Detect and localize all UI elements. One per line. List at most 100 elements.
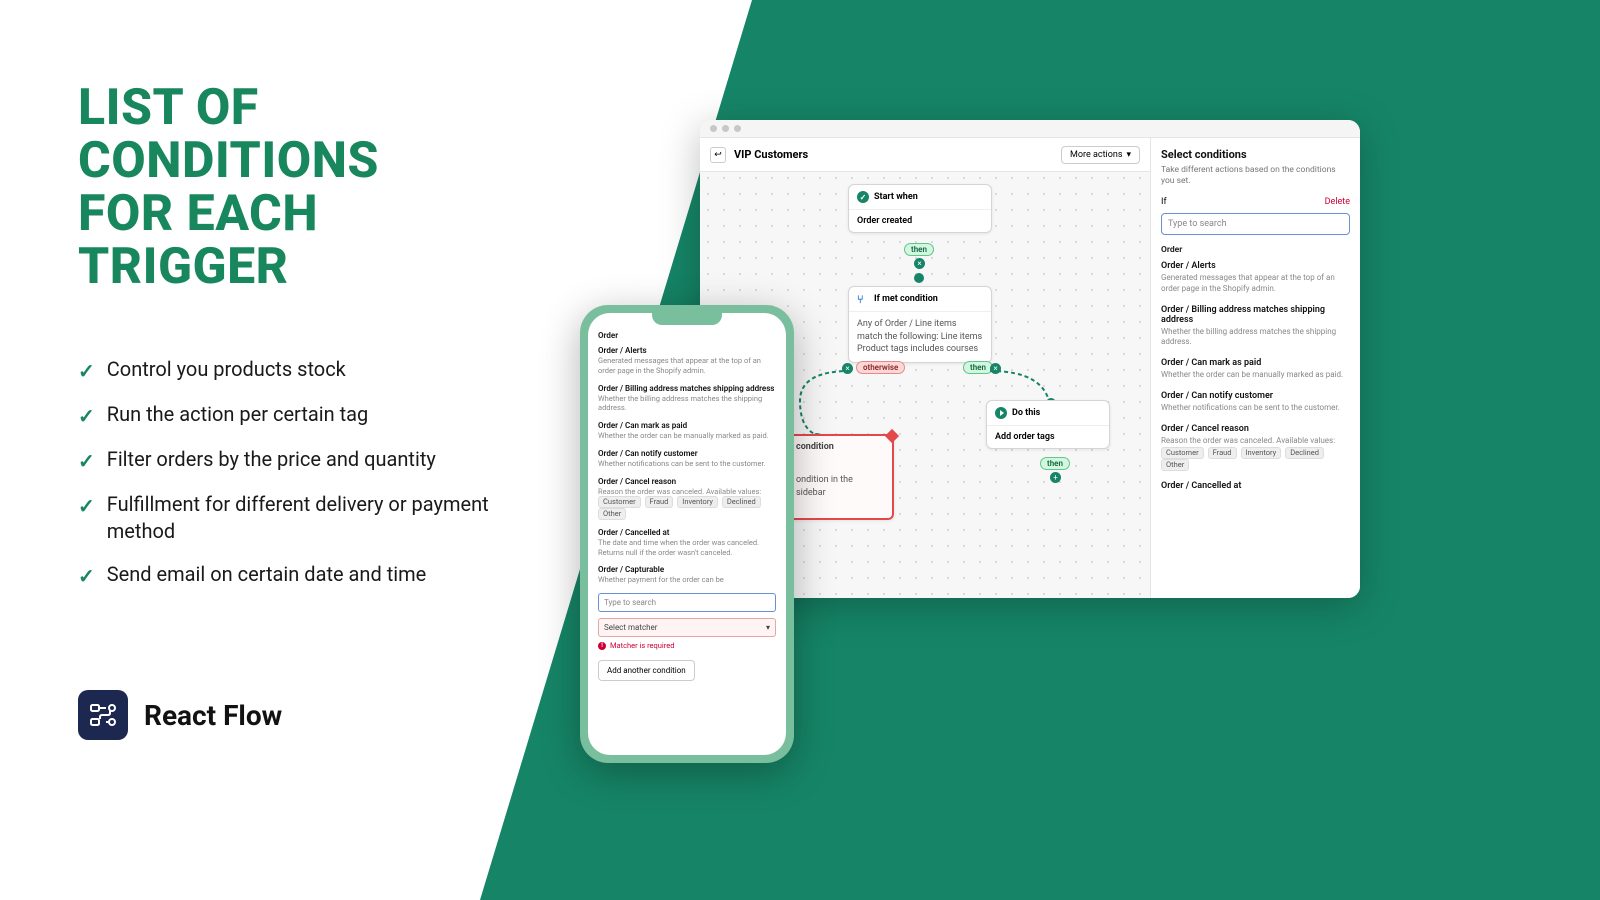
matcher-error-text: Matcher is required [610, 641, 674, 650]
value-tag: Customer [598, 496, 641, 508]
action-node-body: Add order tags [987, 426, 1109, 448]
bullet-text: Send email on certain date and time [107, 561, 427, 588]
delete-edge-icon[interactable]: × [914, 258, 925, 269]
condition-node-body: Any of Order / Line items match the foll… [849, 312, 991, 362]
brand-name: React Flow [144, 699, 282, 732]
value-tag: Fraud [645, 496, 674, 508]
bullet-item: ✓ Run the action per certain tag [78, 401, 498, 430]
condition-option[interactable]: Order / Can mark as paidWhether the orde… [598, 421, 776, 441]
condition-option-desc: Whether payment for the order can be [598, 575, 776, 585]
value-tag: Other [1161, 459, 1189, 471]
condition-option-title: Order / Billing address matches shipping… [1161, 305, 1350, 325]
condition-option-title: Order / Cancel reason [1161, 424, 1350, 434]
bullet-item: ✓Filter orders by the price and quantity [78, 446, 498, 475]
empty-condition-node[interactable]: condition ondition in the sidebar [786, 434, 894, 520]
then-pill[interactable]: then [1040, 457, 1070, 470]
action-node[interactable]: Do this Add order tags [986, 400, 1110, 449]
value-tag: Declined [722, 496, 761, 508]
delete-edge-icon[interactable]: × [842, 363, 853, 374]
brand-icon [78, 690, 128, 740]
back-icon[interactable]: ↩ [710, 147, 726, 163]
check-icon: ✓ [78, 403, 95, 430]
condition-option-title: Order / Alerts [598, 346, 776, 355]
value-tag: Customer [1161, 447, 1204, 459]
phone-search-input[interactable]: Type to search [598, 593, 776, 612]
condition-option-title: Order / Can mark as paid [1161, 358, 1350, 368]
brand-lockup: React Flow [78, 690, 282, 740]
condition-option[interactable]: Order / Billing address matches shipping… [598, 384, 776, 414]
error-icon: ! [598, 642, 606, 650]
condition-option[interactable]: Order / AlertsGenerated messages that ap… [598, 346, 776, 376]
edge-handle[interactable] [914, 273, 924, 283]
condition-option-title: Order / Alerts [1161, 261, 1350, 271]
condition-option[interactable]: Order / Can notify customerWhether notif… [598, 449, 776, 469]
delete-condition-link[interactable]: Delete [1325, 197, 1350, 207]
bullet-item: ✓ Send email on certain date and time [78, 561, 498, 590]
condition-option-desc: Whether the order can be manually marked… [598, 431, 776, 441]
condition-search-input[interactable]: Type to search [1161, 213, 1350, 235]
action-node-head: Do this [1012, 408, 1040, 418]
condition-option-desc: Whether notifications can be sent to the… [598, 459, 776, 469]
condition-option[interactable]: Order / Billing address matches shipping… [1161, 305, 1350, 349]
bullet-text: Run the action per certain tag [107, 401, 369, 428]
condition-option[interactable]: Order / Alerts Generated messages that ap… [1161, 261, 1350, 295]
check-icon: ✓ [78, 563, 95, 590]
condition-option-title: Order / Can mark as paid [598, 421, 776, 430]
delete-edge-icon[interactable]: × [990, 363, 1001, 374]
value-tag: Fraud [1208, 447, 1237, 459]
then-pill[interactable]: then [904, 243, 934, 256]
phone-section-label: Order [598, 331, 776, 340]
condition-node-head: If met condition [874, 294, 938, 304]
workflow-topbar: ↩ VIP Customers More actions ▾ [700, 138, 1150, 172]
select-chevron-icon: ▾ [766, 623, 770, 632]
condition-option-title: Order / Cancelled at [598, 528, 776, 537]
condition-option-desc: The date and time when the order was can… [598, 538, 776, 558]
value-tag: Inventory [1241, 447, 1282, 459]
desktop-window: ↩ VIP Customers More actions ▾ ✓Start wh… [700, 120, 1360, 598]
condition-option-desc: Whether the billing address matches the … [1161, 327, 1350, 349]
empty-condition-body: ondition in the sidebar [788, 458, 892, 505]
bullet-text: Fulfillment for different delivery or pa… [107, 491, 498, 545]
condition-option[interactable]: Order / Can mark as paidWhether the orde… [1161, 358, 1350, 381]
bullet-text: Control you products stock [107, 356, 346, 383]
check-icon: ✓ [78, 358, 95, 385]
condition-option-desc: Generated messages that appear at the to… [1161, 273, 1350, 295]
start-node[interactable]: ✓Start when Order created [848, 184, 992, 233]
headline-line: LIST OF [78, 79, 259, 137]
bullet-item: ✓Fulfillment for different delivery or p… [78, 491, 498, 545]
condition-option-title: Order / Capturable [598, 565, 776, 574]
condition-option[interactable]: Order / Cancel reasonReason the order wa… [1161, 424, 1350, 471]
condition-option[interactable]: Order / Cancel reasonReason the order wa… [598, 477, 776, 520]
conditions-sidebar: Select conditions Take different actions… [1150, 138, 1360, 598]
play-icon [995, 407, 1007, 419]
add-step-icon[interactable]: + [1050, 472, 1061, 483]
headline-line: FOR EACH [78, 185, 318, 243]
start-node-body: Order created [849, 210, 991, 232]
condition-option-title: Order / Billing address matches shipping… [598, 384, 776, 393]
matcher-select[interactable]: Select matcher ▾ [598, 618, 776, 637]
add-another-condition-button[interactable]: Add another condition [598, 660, 695, 681]
condition-option[interactable]: Order / CapturableWhether payment for th… [598, 565, 776, 585]
then-pill[interactable]: then [963, 361, 993, 374]
condition-option-desc: Whether notifications can be sent to the… [1161, 403, 1350, 414]
branch-icon: ⑂ [857, 293, 869, 305]
value-tag: Other [598, 508, 626, 520]
condition-option[interactable]: Order / Cancelled atThe date and time wh… [598, 528, 776, 558]
condition-option[interactable]: Order / Can notify customerWhether notif… [1161, 391, 1350, 414]
otherwise-pill[interactable]: otherwise [856, 361, 905, 374]
headline-line: CONDITIONS [78, 132, 379, 190]
sidebar-subtitle: Take different actions based on the cond… [1161, 165, 1350, 187]
start-node-head: Start when [874, 192, 918, 202]
condition-option-title: Order / Can notify customer [598, 449, 776, 458]
more-actions-button[interactable]: More actions ▾ [1061, 146, 1140, 164]
condition-node[interactable]: ⑂ If met condition Any of Order / Line it… [848, 286, 992, 363]
phone-notch [652, 313, 722, 325]
check-icon: ✓ [78, 448, 95, 475]
hero-column: LIST OF CONDITIONS FOR EACH TRIGGER ✓Con… [78, 82, 498, 606]
condition-option-title: Order / Cancelled at [1161, 481, 1350, 491]
condition-option-desc: Generated messages that appear at the to… [598, 356, 776, 376]
matcher-error: ! Matcher is required [598, 641, 776, 650]
bullet-item: ✓ Control you products stock [78, 356, 498, 385]
matcher-placeholder: Select matcher [604, 623, 658, 632]
condition-option[interactable]: Order / Cancelled at [1161, 481, 1350, 491]
